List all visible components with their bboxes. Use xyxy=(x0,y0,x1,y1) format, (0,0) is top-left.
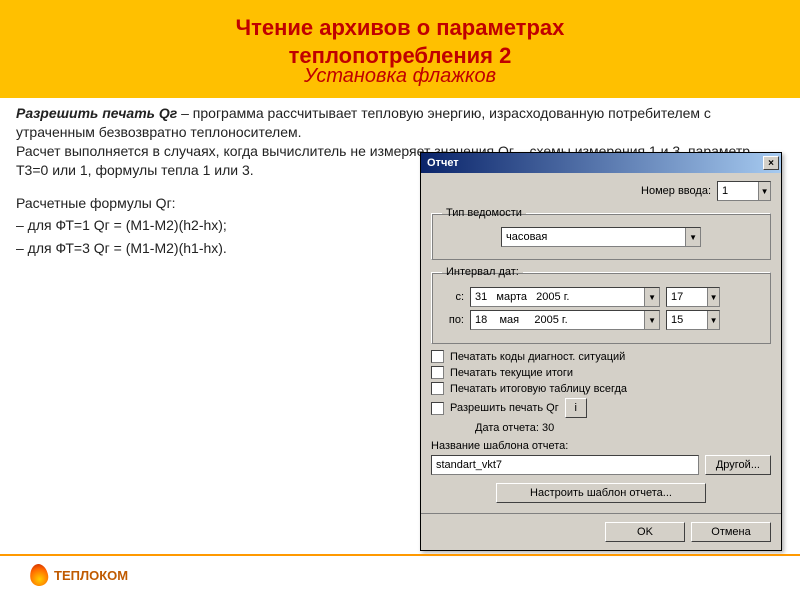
interval-group-label: Интервал дат: xyxy=(442,266,523,278)
interval-group: Интервал дат: с: ▼ ▼ по: ▼ xyxy=(431,266,771,344)
to-hour-combo[interactable]: ▼ xyxy=(666,310,720,330)
input-number-field[interactable] xyxy=(718,182,758,200)
check-allow-qg[interactable]: Разрешить печать Qг i xyxy=(431,398,771,418)
configure-template-button[interactable]: Настроить шаблон отчета... xyxy=(496,483,706,503)
check-current-totals[interactable]: Печатать текущие итоги xyxy=(431,366,771,379)
info-button[interactable]: i xyxy=(565,398,587,418)
cancel-button[interactable]: Отмена xyxy=(691,522,771,542)
brand-logo: ТЕПЛОКОМ xyxy=(30,564,128,586)
check-summary-table[interactable]: Печатать итоговую таблицу всегда xyxy=(431,382,771,395)
template-label: Название шаблона отчета: xyxy=(431,440,771,452)
template-field[interactable]: standart_vkt7 xyxy=(431,455,699,475)
other-template-button[interactable]: Другой... xyxy=(705,455,771,475)
from-label: с: xyxy=(442,291,464,303)
brand-name: ТЕПЛОКОМ xyxy=(54,568,128,583)
type-combo[interactable]: ▼ xyxy=(501,227,701,247)
titlebar[interactable]: Отчет × xyxy=(421,153,781,173)
type-group: Тип ведомости ▼ xyxy=(431,207,771,260)
chevron-down-icon[interactable]: ▼ xyxy=(644,288,659,306)
footer-divider xyxy=(0,554,800,556)
flame-icon xyxy=(29,563,50,587)
header-banner: Чтение архивов о параметрах теплопотребл… xyxy=(0,0,800,98)
intro-lead: Разрешить печать Qг xyxy=(16,105,177,121)
checkbox-icon[interactable] xyxy=(431,366,444,379)
to-date-combo[interactable]: ▼ xyxy=(470,310,660,330)
chevron-down-icon[interactable]: ▼ xyxy=(758,182,770,200)
page-subtitle: Установка флажков xyxy=(20,65,780,88)
check-diag-codes[interactable]: Печатать коды диагност. ситуаций xyxy=(431,350,771,363)
chevron-down-icon[interactable]: ▼ xyxy=(707,311,719,329)
dialog-button-bar: OK Отмена xyxy=(421,513,781,550)
checkbox-icon[interactable] xyxy=(431,382,444,395)
report-date-label: Дата отчета: 30 xyxy=(475,422,771,434)
chevron-down-icon[interactable]: ▼ xyxy=(685,228,700,246)
ok-button[interactable]: OK xyxy=(605,522,685,542)
checkbox-icon[interactable] xyxy=(431,402,444,415)
chevron-down-icon[interactable]: ▼ xyxy=(707,288,719,306)
input-number-label: Номер ввода: xyxy=(641,185,711,197)
page-title: Чтение архивов о параметрах теплопотребл… xyxy=(20,14,780,69)
from-hour-combo[interactable]: ▼ xyxy=(666,287,720,307)
input-number-combo[interactable]: ▼ xyxy=(717,181,771,201)
to-date-field[interactable] xyxy=(471,311,644,329)
from-date-field[interactable] xyxy=(471,288,644,306)
to-hour-field[interactable] xyxy=(667,311,707,329)
close-icon[interactable]: × xyxy=(763,156,779,170)
checkbox-icon[interactable] xyxy=(431,350,444,363)
chevron-down-icon[interactable]: ▼ xyxy=(644,311,659,329)
from-date-combo[interactable]: ▼ xyxy=(470,287,660,307)
type-field[interactable] xyxy=(502,228,685,246)
type-group-label: Тип ведомости xyxy=(442,207,526,219)
to-label: по: xyxy=(442,314,464,326)
dialog-title: Отчет xyxy=(427,157,761,169)
report-dialog: Отчет × Номер ввода: ▼ Тип ведомости ▼ И… xyxy=(420,152,782,551)
from-hour-field[interactable] xyxy=(667,288,707,306)
